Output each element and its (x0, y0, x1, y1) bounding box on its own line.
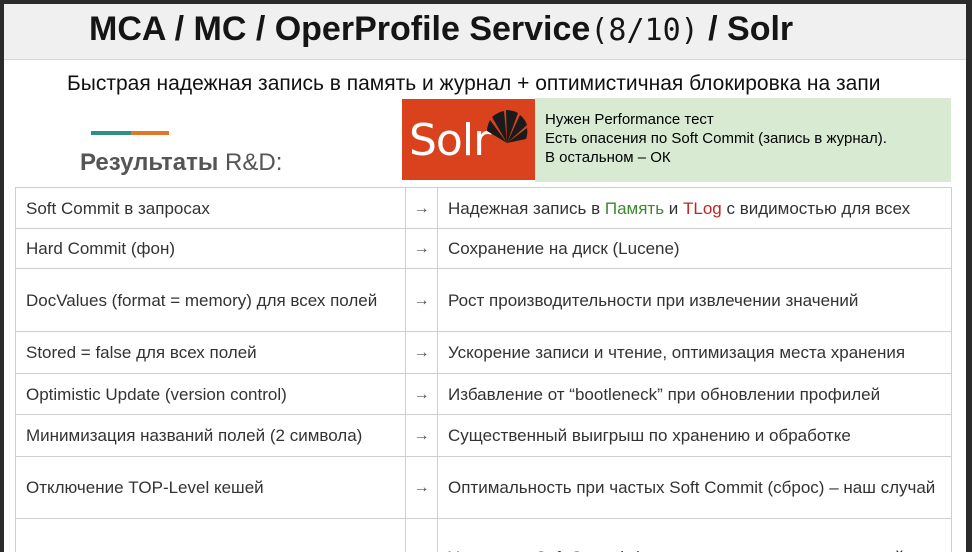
result-cell: Ускорение Soft Commit (отсутствие синхро… (437, 518, 952, 552)
title-suffix: / Solr (698, 10, 794, 48)
highlight-tlog: TLog (683, 198, 722, 218)
arrow-icon: → (405, 187, 438, 229)
feature-cell (15, 518, 406, 552)
arrow-icon (405, 518, 438, 552)
table-row: Минимизация названий полей (2 символа) →… (15, 414, 952, 457)
accent-line-teal (91, 131, 131, 135)
table-row: Stored = false для всех полей → Ускорени… (15, 331, 952, 374)
table-row: Отключение TOP-Level кешей → Оптимальнос… (15, 456, 952, 519)
feature-cell: Soft Commit в запросах (15, 187, 406, 229)
feature-cell: Отключение TOP-Level кешей (15, 456, 406, 519)
result-cell: Надежная запись в Память и TLog с видимо… (437, 187, 952, 229)
table-row: Soft Commit в запросах → Надежная запись… (15, 187, 952, 229)
slide-subtitle: Быстрая надежная запись в память и журна… (67, 72, 881, 95)
result-text: с видимостью для всех (721, 198, 911, 218)
table-row: Optimistic Update (version control) → Из… (15, 373, 952, 415)
title-page-counter: (8/10) (590, 13, 699, 48)
result-cell: Существенный выигрыш по хранению и обраб… (437, 414, 952, 457)
heading-bold: Результаты (80, 149, 219, 176)
arrow-icon: → (405, 456, 438, 519)
accent-line-orange (131, 131, 169, 135)
note-line: Есть опасения по Soft Commit (запись в ж… (545, 130, 887, 147)
arrow-icon: → (405, 228, 438, 269)
arrow-icon: → (405, 414, 438, 457)
title-bar: MCA / MC / OperProfile Service(8/10) / S… (4, 4, 966, 60)
result-cell: Сохранение на диск (Lucene) (437, 228, 952, 269)
feature-cell: DocValues (format = memory) для всех пол… (15, 268, 406, 332)
arrow-icon: → (405, 331, 438, 374)
table-row: Hard Commit (фон) → Сохранение на диск (… (15, 228, 952, 269)
note-line: В остальном – ОК (545, 149, 671, 166)
arrow-icon: → (405, 373, 438, 415)
note-text: Нужен Performance тест Есть опасения по … (545, 110, 905, 167)
results-table: Soft Commit в запросах → Надежная запись… (15, 187, 952, 552)
feature-cell: Минимизация названий полей (2 символа) (15, 414, 406, 457)
note-line: Нужен Performance тест (545, 111, 714, 128)
accent-line (91, 131, 169, 135)
heading-rest: R&D: (218, 149, 283, 176)
solr-sun-icon (487, 110, 528, 143)
result-cell: Ускорение записи и чтение, оптимизация м… (437, 331, 952, 374)
table-row: Ускорение Soft Commit (отсутствие синхро… (15, 518, 952, 552)
feature-cell: Hard Commit (фон) (15, 228, 406, 269)
title-prefix: MCA / MC / OperProfile Service (89, 10, 591, 48)
result-text: Надежная запись в (448, 198, 605, 218)
feature-cell: Stored = false для всех полей (15, 331, 406, 374)
arrow-icon: → (405, 268, 438, 332)
section-heading: Результаты R&D: (80, 149, 282, 177)
highlight-memory: Память (604, 198, 665, 218)
result-cell: Оптимальность при частых Soft Commit (сб… (437, 456, 952, 519)
feature-cell: Optimistic Update (version control) (15, 373, 406, 415)
result-cell: Избавление от “bootleneck” при обновлени… (437, 373, 952, 415)
solr-logo: Solr (402, 99, 535, 180)
table-row: DocValues (format = memory) для всех пол… (15, 268, 952, 332)
result-text: и (664, 198, 684, 218)
slide: MCA / MC / OperProfile Service(8/10) / S… (4, 4, 966, 552)
slide-title: MCA / MC / OperProfile Service(8/10) / S… (89, 10, 793, 49)
result-cell: Рост производительности при извлечении з… (437, 268, 952, 332)
solr-logo-text: Solr (409, 115, 491, 166)
